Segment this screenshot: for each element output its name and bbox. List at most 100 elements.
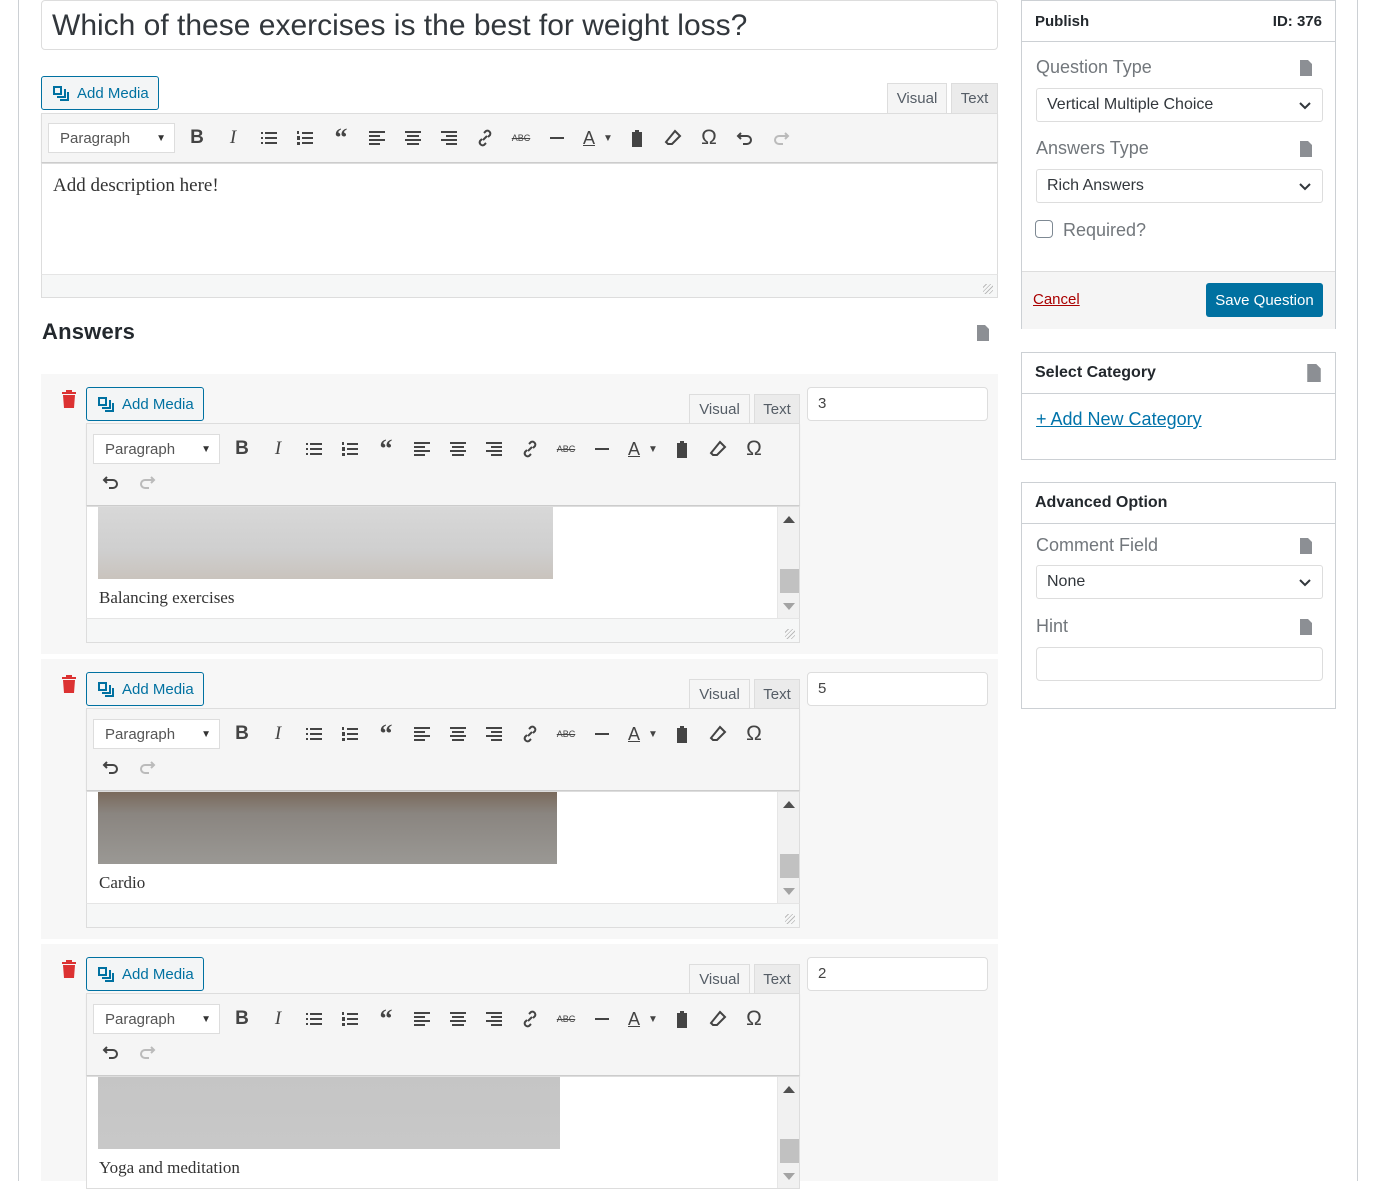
format-select[interactable]: Paragraph▼	[93, 719, 220, 749]
trash-icon[interactable]	[61, 675, 77, 693]
strikethrough-icon[interactable]: ABC	[548, 1004, 584, 1034]
align-right-icon[interactable]	[476, 434, 512, 464]
tab-visual[interactable]: Visual	[689, 964, 750, 994]
italic-icon[interactable]: I	[215, 123, 251, 153]
editor-scrollbar[interactable]	[777, 792, 799, 903]
numbered-list-icon[interactable]	[332, 1004, 368, 1034]
question-title-input[interactable]: Which of these exercises is the best for…	[41, 0, 998, 50]
add-new-category-link[interactable]: + Add New Category	[1036, 409, 1202, 430]
redo-icon[interactable]	[129, 1037, 165, 1067]
horizontal-line-icon[interactable]	[584, 1004, 620, 1034]
scroll-down-arrow-icon[interactable]	[783, 603, 795, 610]
blockquote-icon[interactable]: “	[368, 719, 404, 749]
scroll-thumb[interactable]	[780, 1139, 799, 1163]
align-center-icon[interactable]	[440, 719, 476, 749]
tab-text[interactable]: Text	[951, 83, 998, 113]
text-color-icon[interactable]: A▼	[620, 719, 664, 749]
tab-visual[interactable]: Visual	[887, 83, 947, 113]
italic-icon[interactable]: I	[260, 434, 296, 464]
undo-icon[interactable]	[727, 123, 763, 153]
undo-icon[interactable]	[93, 752, 129, 782]
resize-handle-icon[interactable]	[983, 284, 993, 294]
numbered-list-icon[interactable]	[332, 719, 368, 749]
bold-icon[interactable]: B	[224, 1004, 260, 1034]
special-character-icon[interactable]: Ω	[691, 123, 727, 153]
tab-text[interactable]: Text	[754, 964, 800, 994]
align-left-icon[interactable]	[404, 719, 440, 749]
text-color-icon[interactable]: A▼	[620, 434, 664, 464]
paste-text-icon[interactable]	[664, 719, 700, 749]
question-type-help-icon[interactable]	[1299, 60, 1313, 76]
horizontal-line-icon[interactable]	[584, 434, 620, 464]
bullet-list-icon[interactable]	[296, 434, 332, 464]
tab-visual[interactable]: Visual	[689, 394, 750, 424]
redo-icon[interactable]	[129, 752, 165, 782]
undo-icon[interactable]	[93, 1037, 129, 1067]
special-character-icon[interactable]: Ω	[736, 1004, 772, 1034]
bullet-list-icon[interactable]	[296, 1004, 332, 1034]
scroll-up-arrow-icon[interactable]	[783, 1086, 795, 1093]
scroll-down-arrow-icon[interactable]	[783, 888, 795, 895]
numbered-list-icon[interactable]	[287, 123, 323, 153]
scroll-up-arrow-icon[interactable]	[783, 516, 795, 523]
redo-icon[interactable]	[763, 123, 799, 153]
question-type-select[interactable]: Vertical Multiple Choice	[1036, 88, 1323, 122]
strikethrough-icon[interactable]: ABC	[548, 719, 584, 749]
description-editor[interactable]: Add description here!	[41, 163, 998, 275]
clear-formatting-icon[interactable]	[700, 1004, 736, 1034]
answer-points-input[interactable]: 2	[807, 957, 988, 991]
align-left-icon[interactable]	[404, 434, 440, 464]
add-media-button[interactable]: Add Media	[86, 672, 204, 706]
comment-field-help-icon[interactable]	[1299, 538, 1313, 554]
bold-icon[interactable]: B	[224, 719, 260, 749]
italic-icon[interactable]: I	[260, 1004, 296, 1034]
answer-editor[interactable]: Cardio	[86, 791, 800, 904]
align-center-icon[interactable]	[440, 434, 476, 464]
align-right-icon[interactable]	[476, 719, 512, 749]
align-center-icon[interactable]	[440, 1004, 476, 1034]
blockquote-icon[interactable]: “	[368, 434, 404, 464]
scroll-thumb[interactable]	[780, 569, 799, 593]
bullet-list-icon[interactable]	[251, 123, 287, 153]
align-right-icon[interactable]	[431, 123, 467, 153]
comment-field-select[interactable]: None	[1036, 565, 1323, 599]
special-character-icon[interactable]: Ω	[736, 434, 772, 464]
align-left-icon[interactable]	[359, 123, 395, 153]
answers-type-help-icon[interactable]	[1299, 141, 1313, 157]
paste-text-icon[interactable]	[619, 123, 655, 153]
format-select[interactable]: Paragraph▼	[93, 1004, 220, 1034]
align-center-icon[interactable]	[395, 123, 431, 153]
blockquote-icon[interactable]: “	[368, 1004, 404, 1034]
clear-formatting-icon[interactable]	[700, 719, 736, 749]
resize-handle-icon[interactable]	[785, 914, 795, 924]
trash-icon[interactable]	[61, 390, 77, 408]
answers-type-select[interactable]: Rich Answers	[1036, 169, 1323, 203]
answer-points-input[interactable]: 3	[807, 387, 988, 421]
answer-editor[interactable]: Yoga and meditation	[86, 1076, 800, 1189]
horizontal-line-icon[interactable]	[584, 719, 620, 749]
hint-input[interactable]	[1036, 647, 1323, 681]
required-checkbox[interactable]	[1035, 220, 1053, 238]
add-media-button[interactable]: Add Media	[86, 387, 204, 421]
add-media-button[interactable]: Add Media	[86, 957, 204, 991]
editor-scrollbar[interactable]	[777, 1077, 799, 1188]
resize-handle-icon[interactable]	[785, 629, 795, 639]
blockquote-icon[interactable]: “	[323, 123, 359, 153]
scroll-down-arrow-icon[interactable]	[783, 1173, 795, 1180]
scroll-up-arrow-icon[interactable]	[783, 801, 795, 808]
italic-icon[interactable]: I	[260, 719, 296, 749]
link-icon[interactable]	[512, 434, 548, 464]
tab-text[interactable]: Text	[754, 394, 800, 424]
scroll-thumb[interactable]	[780, 854, 799, 878]
text-color-icon[interactable]: A▼	[575, 123, 619, 153]
hint-help-icon[interactable]	[1299, 619, 1313, 635]
clear-formatting-icon[interactable]	[655, 123, 691, 153]
tab-text[interactable]: Text	[754, 679, 800, 709]
bold-icon[interactable]: B	[224, 434, 260, 464]
clear-formatting-icon[interactable]	[700, 434, 736, 464]
tab-visual[interactable]: Visual	[689, 679, 750, 709]
undo-icon[interactable]	[93, 467, 129, 497]
bold-icon[interactable]: B	[179, 123, 215, 153]
format-select[interactable]: Paragraph▼	[93, 434, 220, 464]
horizontal-line-icon[interactable]	[539, 123, 575, 153]
